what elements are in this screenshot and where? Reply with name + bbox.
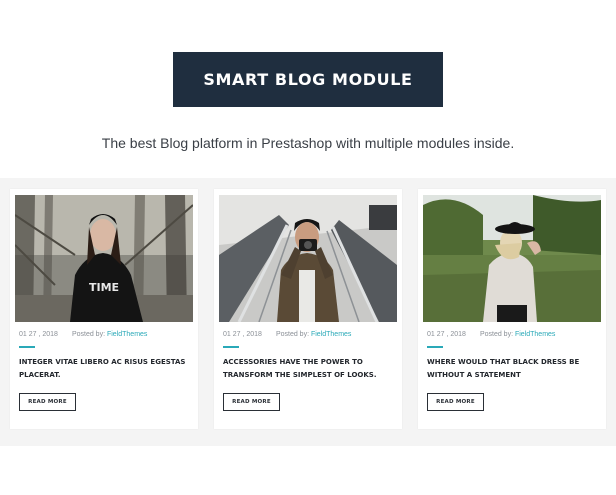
post-meta: 01 27 , 2018 Posted by: FieldThemes [223,331,351,338]
accent-divider [19,346,35,348]
page-subtitle: The best Blog platform in Prestashop wit… [101,135,515,151]
read-more-button[interactable]: READ MORE [19,393,76,411]
post-meta: 01 27 , 2018 Posted by: FieldThemes [19,331,147,338]
blog-post-card: TIME 01 27 , 2018 Posted by: FieldThemes … [10,189,198,429]
post-title[interactable]: ACCESSORIES HAVE THE POWER TO TRANSFORM … [223,356,397,382]
woman-in-hat-field-photo [423,195,601,322]
read-more-button[interactable]: READ MORE [223,393,280,411]
post-title[interactable]: WHERE WOULD THAT BLACK DRESS BE WITHOUT … [427,356,601,382]
posted-by-label: Posted by: [275,331,310,338]
post-meta: 01 27 , 2018 Posted by: FieldThemes [427,331,555,338]
post-date: 01 27 , 2018 [19,331,58,338]
post-image[interactable] [219,195,397,322]
post-image[interactable] [423,195,601,322]
read-more-button[interactable]: READ MORE [427,393,484,411]
man-with-camera-escalator-photo [219,195,397,322]
post-author-link[interactable]: FieldThemes [311,331,351,338]
posted-by-label: Posted by: [71,331,106,338]
post-title[interactable]: INTEGER VITAE LIBERO AC RISUS EGESTAS PL… [19,356,193,382]
accent-divider [427,346,443,348]
page-title: SMART BLOG MODULE [173,52,443,107]
posted-by-label: Posted by: [479,331,514,338]
svg-text:TIME: TIME [89,281,119,294]
accent-divider [223,346,239,348]
post-author-link[interactable]: FieldThemes [107,331,147,338]
post-date: 01 27 , 2018 [223,331,262,338]
blog-post-card: 01 27 , 2018 Posted by: FieldThemes ACCES… [214,189,402,429]
woman-in-black-hoodie-forest-photo: TIME [15,195,193,322]
post-date: 01 27 , 2018 [427,331,466,338]
post-author-link[interactable]: FieldThemes [515,331,555,338]
post-image[interactable]: TIME [15,195,193,322]
blog-post-card: 01 27 , 2018 Posted by: FieldThemes WHERE… [418,189,606,429]
